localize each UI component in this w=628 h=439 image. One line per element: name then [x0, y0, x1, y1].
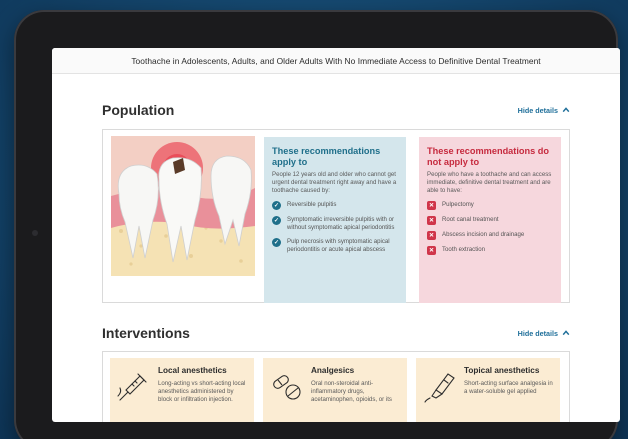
does-not-apply-item-label: Pulpectomy [442, 201, 474, 208]
intervention-text: Local anesthetics Long-acting vs short-a… [158, 366, 248, 422]
intervention-description: Oral non-steroidal anti-inflammatory dru… [311, 379, 392, 403]
syringe-icon [117, 373, 147, 401]
applies-to-title: These recommendations apply to [272, 146, 381, 167]
interventions-hide-details-link[interactable]: Hide details [518, 329, 570, 338]
intervention-card-topical-anesthetics[interactable]: Topical anesthetics Short-acting surface… [416, 358, 560, 422]
intervention-card-analgesics[interactable]: Analgesics Oral non-steroidal anti-infla… [263, 358, 407, 422]
does-not-apply-item: ✕ Root canal treatment [427, 216, 553, 225]
applies-to-item: ✓ Reversible pulpitis [272, 201, 398, 210]
pills-icon [273, 375, 301, 400]
x-icon: ✕ [427, 201, 436, 210]
check-icon: ✓ [272, 216, 281, 225]
does-not-apply-item: ✕ Tooth extraction [427, 246, 553, 255]
intervention-text: Analgesics Oral non-steroidal anti-infla… [311, 366, 401, 422]
gel-tube-icon [424, 373, 455, 403]
population-hide-label: Hide details [517, 105, 558, 115]
population-hide-details-link[interactable]: Hide details [518, 106, 570, 115]
intervention-title: Topical anesthetics [464, 366, 540, 375]
population-header: Population Hide details [102, 102, 570, 118]
chevron-up-icon [562, 107, 570, 113]
applies-to-panel: These recommendations apply to People 12… [264, 137, 406, 303]
does-not-apply-title: These recommendations do not apply to [427, 146, 550, 167]
interventions-hide-label: Hide details [517, 328, 558, 338]
tooth-illustration [111, 136, 255, 276]
does-not-apply-panel: These recommendations do not apply to Pe… [419, 137, 561, 303]
intervention-description: Long-acting vs short-acting local anesth… [158, 379, 246, 403]
x-icon: ✕ [427, 216, 436, 225]
interventions-header: Interventions Hide details [102, 325, 570, 341]
x-icon: ✕ [427, 246, 436, 255]
does-not-apply-item-label: Root canal treatment [442, 216, 499, 223]
screen: Toothache in Adolescents, Adults, and Ol… [52, 48, 620, 422]
intervention-card-local-anesthetics[interactable]: Local anesthetics Long-acting vs short-a… [110, 358, 254, 422]
applies-to-item: ✓ Pulp necrosis with symptomatic apical … [272, 238, 398, 254]
does-not-apply-item-label: Tooth extraction [442, 246, 486, 253]
chevron-up-icon [562, 330, 570, 336]
intervention-description: Short-acting surface analgesia in a wate… [464, 379, 553, 395]
does-not-apply-item: ✕ Abscess incision and drainage [427, 231, 553, 240]
intervention-text: Topical anesthetics Short-acting surface… [464, 366, 554, 422]
main-content: Population Hide details These recommenda… [52, 102, 620, 422]
interventions-heading: Interventions [102, 325, 190, 341]
tablet-frame: Toothache in Adolescents, Adults, and Ol… [14, 10, 620, 439]
camera [32, 230, 38, 236]
applies-to-item-label: Reversible pulpitis [287, 201, 337, 208]
applies-to-description: People 12 years old and older who cannot… [272, 171, 397, 194]
check-icon: ✓ [272, 238, 281, 247]
population-card: These recommendations apply to People 12… [102, 129, 570, 303]
applies-to-item: ✓ Symptomatic irreversible pulpitis with… [272, 216, 398, 232]
population-heading: Population [102, 102, 175, 118]
does-not-apply-item-label: Abscess incision and drainage [442, 231, 525, 238]
applies-to-item-label: Pulp necrosis with symptomatic apical pe… [287, 238, 390, 253]
does-not-apply-item: ✕ Pulpectomy [427, 201, 553, 210]
does-not-apply-description: People who have a toothache and can acce… [427, 171, 552, 194]
check-icon: ✓ [272, 201, 281, 210]
applies-to-item-label: Symptomatic irreversible pulpitis with o… [287, 216, 395, 231]
intervention-title: Analgesics [311, 366, 355, 375]
page-header: Toothache in Adolescents, Adults, and Ol… [52, 48, 620, 74]
intervention-title: Local anesthetics [158, 366, 227, 375]
interventions-card: Local anesthetics Long-acting vs short-a… [102, 351, 570, 422]
page-title: Toothache in Adolescents, Adults, and Ol… [131, 55, 541, 66]
x-icon: ✕ [427, 231, 436, 240]
